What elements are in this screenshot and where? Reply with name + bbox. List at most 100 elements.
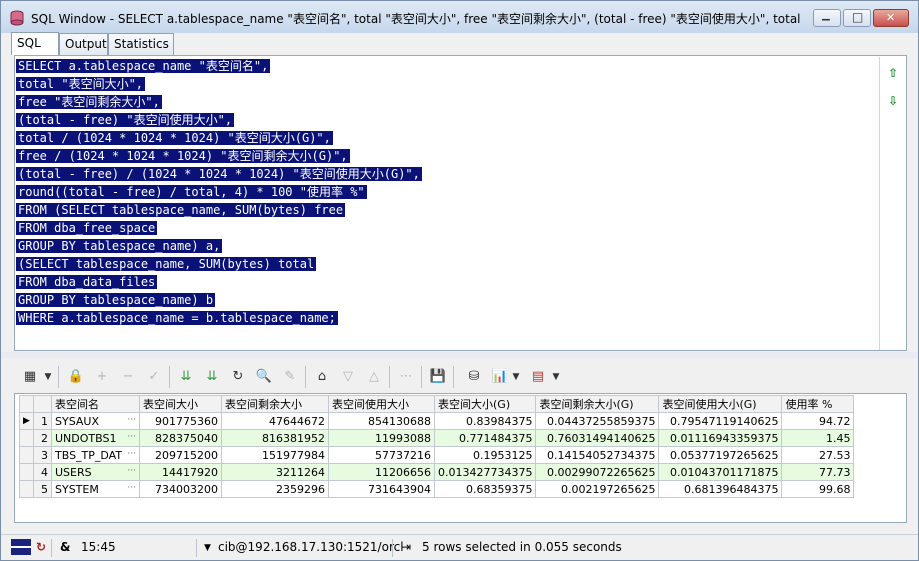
- fetch-last-icon[interactable]: ⇊: [202, 367, 222, 387]
- grid-layout-icon[interactable]: ▦: [20, 367, 40, 387]
- cell[interactable]: UNDOTBS1 ···: [51, 429, 140, 447]
- cell-edit-button[interactable]: ···: [123, 466, 136, 476]
- code-line[interactable]: (SELECT tablespace_name, SUM(bytes) tota…: [16, 255, 878, 273]
- cell[interactable]: 0.83984375: [433, 412, 537, 430]
- code-line[interactable]: WHERE a.tablespace_name = b.tablespace_n…: [16, 309, 878, 327]
- cell[interactable]: 0.681396484375: [658, 480, 783, 498]
- cell[interactable]: 11993088: [328, 429, 435, 447]
- cell[interactable]: 77.73: [781, 463, 855, 481]
- code-line[interactable]: total / (1024 * 1024 * 1024) "表空间大小(G)",: [16, 129, 878, 147]
- chevron-down-icon[interactable]: ▼: [204, 543, 211, 553]
- cell[interactable]: 0.76031494140625: [535, 429, 660, 447]
- next-statement-icon[interactable]: ⇩: [886, 95, 900, 107]
- cell[interactable]: 816381952: [221, 429, 329, 447]
- export-icon[interactable]: ⛁: [464, 367, 484, 387]
- connection-info[interactable]: cib@192.168.17.130:1521/orcl: [218, 540, 404, 554]
- code-line[interactable]: SELECT a.tablespace_name "表空间名",: [16, 57, 878, 75]
- cell[interactable]: 27.53: [781, 446, 855, 464]
- maximize-button[interactable]: □: [843, 9, 871, 27]
- next-record-icon[interactable]: △: [364, 367, 384, 387]
- save-icon[interactable]: 💾: [428, 367, 448, 387]
- cell[interactable]: 0.05377197265625: [658, 446, 783, 464]
- tab-output[interactable]: Output: [59, 33, 108, 55]
- column-header[interactable]: 表空间大小(G): [433, 395, 537, 413]
- chevron-down-icon[interactable]: ▼: [550, 367, 562, 387]
- code-line[interactable]: free / (1024 * 1024 * 1024) "表空间剩余大小(G)"…: [16, 147, 878, 165]
- code-line[interactable]: GROUP BY tablespace_name) a,: [16, 237, 878, 255]
- cell[interactable]: 57737216: [328, 446, 435, 464]
- column-header[interactable]: 表空间剩余大小(G): [535, 395, 660, 413]
- table-row[interactable]: 3 TBS_TP_DAT ··· 209715200 151977984 5773…: [19, 446, 855, 464]
- cell[interactable]: 0.771484375: [433, 429, 537, 447]
- cell[interactable]: 0.68359375: [433, 480, 537, 498]
- cell-edit-button[interactable]: ···: [123, 415, 136, 425]
- cell[interactable]: SYSAUX ···: [51, 412, 140, 430]
- find-icon[interactable]: 🔍: [254, 367, 274, 387]
- column-header[interactable]: 表空间剩余大小: [221, 395, 329, 413]
- pane-splitter[interactable]: [1, 352, 918, 358]
- cell[interactable]: 854130688: [328, 412, 435, 430]
- cell[interactable]: 901775360: [139, 412, 222, 430]
- cell[interactable]: 1.45: [781, 429, 855, 447]
- cell[interactable]: 0.79547119140625: [658, 412, 783, 430]
- chevron-down-icon[interactable]: ▼: [42, 367, 54, 387]
- tab-statistics[interactable]: Statistics: [108, 33, 174, 55]
- grid-options-icon[interactable]: ▤: [528, 367, 548, 387]
- code-line[interactable]: FROM dba_free_space: [16, 219, 878, 237]
- previous-statement-icon[interactable]: ⇧: [886, 67, 900, 79]
- cell[interactable]: 47644672: [221, 412, 329, 430]
- table-row[interactable]: ▶ 1 SYSAUX ··· 901775360 47644672 8541306…: [19, 412, 855, 430]
- cell[interactable]: 828375040: [139, 429, 222, 447]
- cell[interactable]: 0.00299072265625: [535, 463, 660, 481]
- cell-edit-button[interactable]: ···: [123, 449, 136, 459]
- column-header[interactable]: 表空间名: [51, 395, 140, 413]
- cell[interactable]: 151977984: [221, 446, 329, 464]
- cell[interactable]: 0.1953125: [433, 446, 537, 464]
- column-header[interactable]: 表空间使用大小(G): [658, 395, 783, 413]
- cell[interactable]: 731643904: [328, 480, 435, 498]
- post-changes-icon[interactable]: ✓: [144, 367, 164, 387]
- cell[interactable]: 99.68: [781, 480, 855, 498]
- sql-editor[interactable]: SELECT a.tablespace_name "表空间名", total "…: [16, 57, 878, 350]
- add-record-icon[interactable]: +: [92, 367, 112, 387]
- code-line[interactable]: GROUP BY tablespace_name) b: [16, 291, 878, 309]
- cell[interactable]: 0.01116943359375: [658, 429, 783, 447]
- break-icon[interactable]: ↻: [36, 540, 46, 554]
- table-row[interactable]: 5 SYSTEM ··· 734003200 2359296 731643904 …: [19, 480, 855, 498]
- code-line[interactable]: free "表空间剩余大小",: [16, 93, 878, 111]
- minimize-button[interactable]: ▁: [813, 9, 841, 27]
- lock-icon[interactable]: 🔒: [66, 367, 86, 387]
- code-line[interactable]: FROM (SELECT tablespace_name, SUM(bytes)…: [16, 201, 878, 219]
- cell[interactable]: 11206656: [328, 463, 435, 481]
- cell[interactable]: 0.002197265625: [535, 480, 660, 498]
- code-line[interactable]: FROM dba_data_files: [16, 273, 878, 291]
- column-header[interactable]: 表空间大小: [139, 395, 222, 413]
- cell[interactable]: 94.72: [781, 412, 855, 430]
- query-by-example-icon[interactable]: ⌂: [312, 367, 332, 387]
- cell[interactable]: 0.14154052734375: [535, 446, 660, 464]
- cell[interactable]: 0.04437255859375: [535, 412, 660, 430]
- code-line[interactable]: (total - free) / (1024 * 1024 * 1024) "表…: [16, 165, 878, 183]
- cell[interactable]: 2359296: [221, 480, 329, 498]
- clear-icon[interactable]: ✎: [280, 367, 300, 387]
- cell[interactable]: 209715200: [139, 446, 222, 464]
- delete-record-icon[interactable]: −: [118, 367, 138, 387]
- code-line[interactable]: (total - free) "表空间使用大小",: [16, 111, 878, 129]
- chevron-down-icon[interactable]: ▼: [510, 367, 522, 387]
- table-row[interactable]: 4 USERS ··· 14417920 3211264 11206656 0.0…: [19, 463, 855, 481]
- cell[interactable]: 0.013427734375: [433, 463, 537, 481]
- title-bar[interactable]: SQL Window - SELECT a.tablespace_name "表…: [1, 1, 918, 33]
- fetch-next-icon[interactable]: ⇊: [176, 367, 196, 387]
- refresh-icon[interactable]: ↻: [228, 367, 248, 387]
- table-row[interactable]: 2 UNDOTBS1 ··· 828375040 816381952 119930…: [19, 429, 855, 447]
- cell[interactable]: 14417920: [139, 463, 222, 481]
- cell-edit-button[interactable]: ···: [123, 483, 136, 493]
- column-header[interactable]: 表空间使用大小: [328, 395, 435, 413]
- cell[interactable]: USERS ···: [51, 463, 140, 481]
- cell[interactable]: 0.01043701171875: [658, 463, 783, 481]
- chart-icon[interactable]: 📊: [490, 367, 510, 387]
- column-header[interactable]: 使用率 %: [781, 395, 855, 413]
- cell[interactable]: 3211264: [221, 463, 329, 481]
- cell-edit-button[interactable]: ···: [123, 432, 136, 442]
- cell[interactable]: 734003200: [139, 480, 222, 498]
